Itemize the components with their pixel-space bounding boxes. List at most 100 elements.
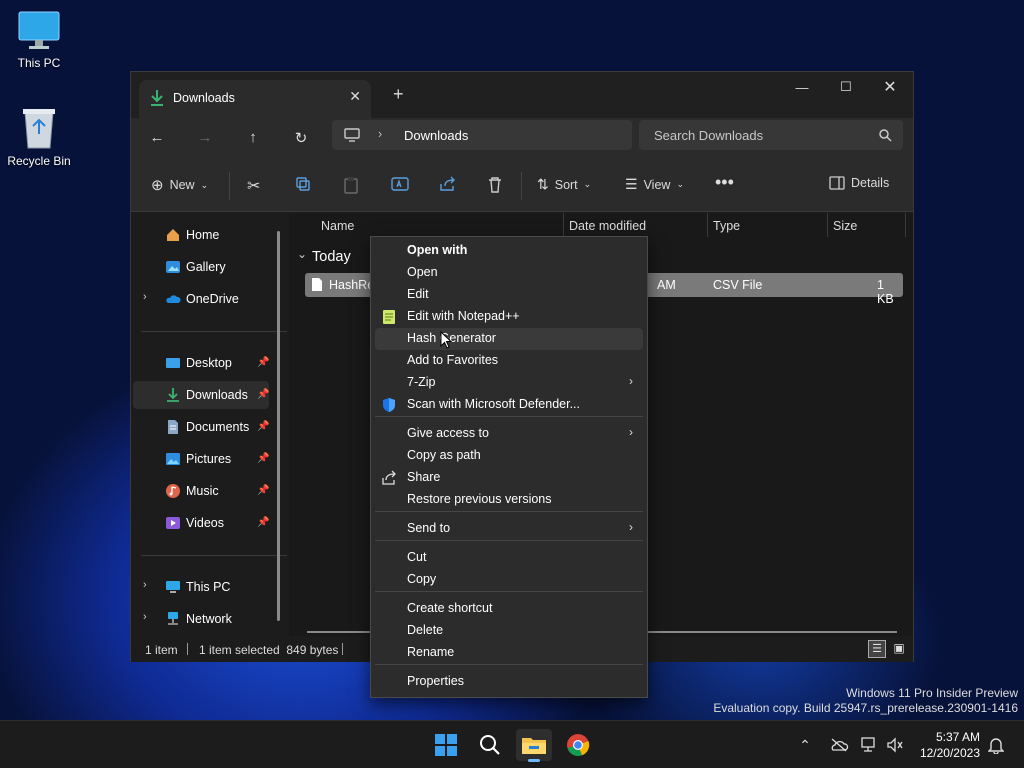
column-header-size[interactable]: Size xyxy=(833,219,857,233)
pin-icon[interactable]: 📌 xyxy=(257,485,269,496)
menu-item-scan-with-microsoft-defender[interactable]: Scan with Microsoft Defender... xyxy=(375,394,643,416)
menu-item-edit-with-notepad[interactable]: Edit with Notepad++ xyxy=(375,306,643,328)
pin-icon[interactable]: 📌 xyxy=(257,421,269,432)
new-label: New xyxy=(169,178,195,192)
file-type: CSV File xyxy=(713,278,763,292)
clock[interactable]: 5:37 AM 12/20/2023 xyxy=(912,729,980,761)
nav-label: OneDrive xyxy=(186,292,239,306)
copy-button[interactable] xyxy=(295,176,311,192)
folder-icon xyxy=(522,738,546,754)
details-view-button[interactable]: ☰ xyxy=(868,640,886,658)
back-button[interactable]: ← xyxy=(143,129,171,151)
new-tab-button[interactable]: + xyxy=(393,84,404,105)
nav-scrollbar[interactable] xyxy=(277,231,280,621)
address-bar[interactable]: › Downloads xyxy=(332,120,632,150)
pin-icon[interactable]: 📌 xyxy=(257,389,269,400)
close-window-button[interactable]: ✕ xyxy=(867,72,913,102)
menu-item-give-access-to[interactable]: Give access to › xyxy=(375,423,643,445)
chevron-right-icon[interactable]: › xyxy=(143,611,147,623)
cut-button[interactable]: ✂ xyxy=(247,176,260,196)
pin-icon[interactable]: 📌 xyxy=(257,453,269,464)
desktop-icon-this-pc[interactable]: This PC xyxy=(0,10,78,70)
pin-icon[interactable]: 📌 xyxy=(257,357,269,368)
nav-item-videos[interactable]: Videos 📌 xyxy=(133,509,269,537)
nav-item-music[interactable]: Music 📌 xyxy=(133,477,269,505)
menu-item-open[interactable]: Open xyxy=(375,262,643,284)
volume-tray-icon[interactable] xyxy=(878,729,912,761)
onedrive-tray-icon[interactable] xyxy=(822,729,856,761)
column-header-type[interactable]: Type xyxy=(713,219,740,233)
menu-item-cut[interactable]: Cut xyxy=(375,547,643,569)
more-options-button[interactable]: ••• xyxy=(715,172,734,193)
item-count: 1 item xyxy=(145,643,178,657)
chevron-down-icon[interactable]: ⌄ xyxy=(297,247,307,261)
paste-button[interactable] xyxy=(343,176,359,194)
menu-item-delete[interactable]: Delete xyxy=(375,620,643,642)
menu-item-copy[interactable]: Copy xyxy=(375,569,643,591)
menu-item-rename[interactable]: Rename xyxy=(375,642,643,664)
forward-button[interactable]: → xyxy=(191,129,219,151)
rename-icon xyxy=(391,177,409,191)
menu-item-properties[interactable]: Properties xyxy=(375,671,643,693)
menu-item-restore-previous-versions[interactable]: Restore previous versions xyxy=(375,489,643,511)
delete-button[interactable] xyxy=(487,176,503,193)
show-hidden-icons-button[interactable]: ⌃ xyxy=(788,729,822,761)
search-button[interactable] xyxy=(472,729,508,761)
nav-item-network[interactable]: › Network xyxy=(133,605,269,633)
sort-button[interactable]: ⇅ Sort ⌄ xyxy=(537,176,591,193)
start-button[interactable] xyxy=(428,729,464,761)
maximize-button[interactable]: ☐ xyxy=(823,72,869,102)
menu-item-edit[interactable]: Edit xyxy=(375,284,643,306)
view-button[interactable]: ☰ View ⌄ xyxy=(625,176,684,193)
chevron-right-icon[interactable]: › xyxy=(143,291,147,303)
tab-downloads[interactable]: Downloads ✕ xyxy=(139,80,371,118)
new-button[interactable]: ⊕ New ⌄ xyxy=(151,176,208,194)
notifications-button[interactable] xyxy=(980,729,1012,761)
chevron-up-icon: ⌃ xyxy=(799,736,811,753)
chevron-right-icon[interactable]: › xyxy=(143,579,147,591)
nav-item-desktop[interactable]: Desktop 📌 xyxy=(133,349,269,377)
speaker-muted-icon xyxy=(887,737,903,753)
menu-item-hash-generator[interactable]: Hash Generator xyxy=(375,328,643,350)
divider xyxy=(141,555,287,556)
picture-icon xyxy=(166,453,180,465)
pin-icon[interactable]: 📌 xyxy=(257,517,269,528)
column-header-name[interactable]: Name xyxy=(321,219,354,233)
minimize-button[interactable]: — xyxy=(779,72,825,102)
menu-item-share[interactable]: Share xyxy=(375,467,643,489)
search-input[interactable]: Search Downloads xyxy=(639,120,903,150)
menu-item-label: Restore previous versions xyxy=(407,492,552,506)
nav-item-pictures[interactable]: Pictures 📌 xyxy=(133,445,269,473)
rename-button[interactable] xyxy=(391,176,409,192)
nav-item-onedrive[interactable]: › OneDrive xyxy=(133,285,269,313)
nav-item-documents[interactable]: Documents 📌 xyxy=(133,413,269,441)
chrome-taskbar-button[interactable] xyxy=(560,729,596,761)
nav-item-this-pc[interactable]: › This PC xyxy=(133,573,269,601)
menu-item-7-zip[interactable]: 7-Zip › xyxy=(375,372,643,394)
nav-item-home[interactable]: Home xyxy=(133,221,269,249)
file-explorer-taskbar-button[interactable] xyxy=(516,729,552,762)
menu-item-copy-as-path[interactable]: Copy as path xyxy=(375,445,643,467)
breadcrumb[interactable]: Downloads xyxy=(404,128,468,143)
details-pane-button[interactable]: Details xyxy=(829,176,889,190)
search-icon xyxy=(879,129,892,142)
tiles-view-button[interactable]: ▣ xyxy=(890,640,908,658)
close-tab-icon[interactable]: ✕ xyxy=(349,88,361,105)
address-toolbar: ← → ↑ ↻ › Downloads Search Downloads xyxy=(131,118,913,162)
nav-item-gallery[interactable]: Gallery xyxy=(133,253,269,281)
refresh-button[interactable]: ↻ xyxy=(287,129,315,151)
tab-label: Downloads xyxy=(173,91,235,105)
nav-item-downloads[interactable]: Downloads 📌 xyxy=(133,381,269,409)
context-menu: Open with Open Edit Edit with Notepad++ Hash… xyxy=(370,236,648,698)
group-header[interactable]: Today xyxy=(312,249,351,265)
menu-item-open-with[interactable]: Open with xyxy=(375,240,643,262)
menu-item-create-shortcut[interactable]: Create shortcut xyxy=(375,598,643,620)
defender-shield-icon xyxy=(381,397,397,413)
file-date: AM xyxy=(657,278,676,292)
menu-item-send-to[interactable]: Send to › xyxy=(375,518,643,540)
desktop-icon-recycle-bin[interactable]: Recycle Bin xyxy=(0,106,78,168)
share-button[interactable] xyxy=(439,176,457,192)
menu-item-add-to-favorites[interactable]: Add to Favorites xyxy=(375,350,643,372)
up-button[interactable]: ↑ xyxy=(239,129,267,151)
column-header-date-modified[interactable]: Date modified xyxy=(569,219,646,233)
